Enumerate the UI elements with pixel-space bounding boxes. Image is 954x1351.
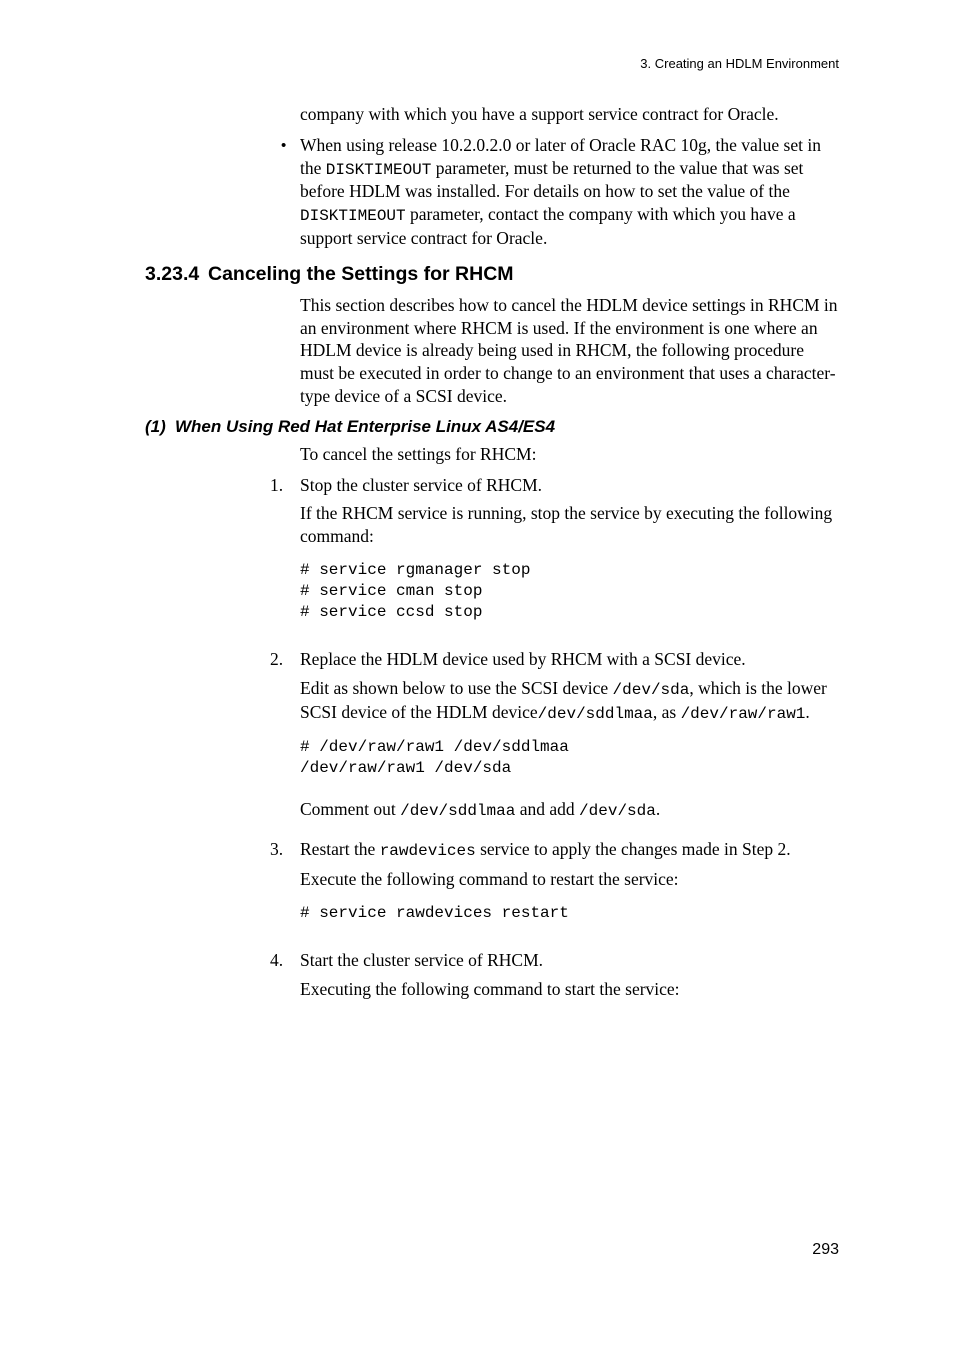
bullet-item: • When using release 10.2.0.2.0 or later… (281, 134, 839, 250)
text-segment: Restart the (300, 839, 380, 859)
inline-code: /dev/sddlmaa (538, 705, 653, 723)
step-number: 1. (270, 474, 300, 643)
step-2: 2. Replace the HDLM device used by RHCM … (270, 648, 839, 832)
continuation-text: company with which you have a support se… (300, 103, 839, 126)
step-number: 2. (270, 648, 300, 832)
bullet-body: When using release 10.2.0.2.0 or later o… (300, 134, 839, 250)
text-segment: and add (515, 799, 579, 819)
subheading-title: When Using Red Hat Enterprise Linux AS4/… (175, 416, 555, 437)
inline-code: rawdevices (380, 842, 476, 860)
bullet-icon: • (281, 134, 300, 250)
step-4: 4. Start the cluster service of RHCM. Ex… (270, 949, 839, 1001)
text-segment: . (805, 702, 809, 722)
text-segment: service to apply the changes made in Ste… (476, 839, 791, 859)
step-title: Restart the rawdevices service to apply … (300, 839, 791, 859)
step-number: 4. (270, 949, 300, 1001)
text-segment: Edit as shown below to use the SCSI devi… (300, 678, 613, 698)
subheading-1: (1) When Using Red Hat Enterprise Linux … (145, 416, 839, 437)
heading-3-23-4: 3.23.4 Canceling the Settings for RHCM (145, 262, 839, 286)
code-block: # /dev/raw/raw1 /dev/sddlmaa /dev/raw/ra… (300, 737, 839, 779)
step-title: Start the cluster service of RHCM. (300, 950, 543, 970)
inline-code: /dev/sda (579, 802, 656, 820)
step-3: 3. Restart the rawdevices service to app… (270, 838, 839, 943)
inline-code: /dev/raw/raw1 (681, 705, 806, 723)
subsection-intro: To cancel the settings for RHCM: (300, 443, 839, 466)
inline-code: /dev/sddlmaa (400, 802, 515, 820)
step-title: Replace the HDLM device used by RHCM wit… (300, 649, 746, 669)
step-note: Comment out /dev/sddlmaa and add /dev/sd… (300, 798, 839, 822)
text-segment: . (656, 799, 660, 819)
heading-number: 3.23.4 (145, 262, 208, 286)
step-desc: Executing the following command to start… (300, 978, 839, 1001)
inline-code: /dev/sda (613, 681, 690, 699)
step-desc: If the RHCM service is running, stop the… (300, 502, 839, 548)
heading-title: Canceling the Settings for RHCM (208, 262, 514, 286)
step-number: 3. (270, 838, 300, 943)
step-desc: Execute the following command to restart… (300, 868, 839, 891)
text-segment: , as (653, 702, 681, 722)
inline-code: DISKTIMEOUT (300, 207, 406, 225)
section-intro: This section describes how to cancel the… (300, 294, 839, 408)
step-title: Stop the cluster service of RHCM. (300, 475, 542, 495)
code-block: # service rawdevices restart (300, 903, 839, 924)
inline-code: DISKTIMEOUT (326, 161, 432, 179)
subheading-number: (1) (145, 416, 175, 437)
page-header: 3. Creating an HDLM Environment (145, 56, 839, 71)
text-segment: Comment out (300, 799, 400, 819)
code-block: # service rgmanager stop # service cman … (300, 560, 839, 622)
step-1: 1. Stop the cluster service of RHCM. If … (270, 474, 839, 643)
step-desc: Edit as shown below to use the SCSI devi… (300, 677, 839, 725)
page-number: 293 (812, 1241, 839, 1259)
